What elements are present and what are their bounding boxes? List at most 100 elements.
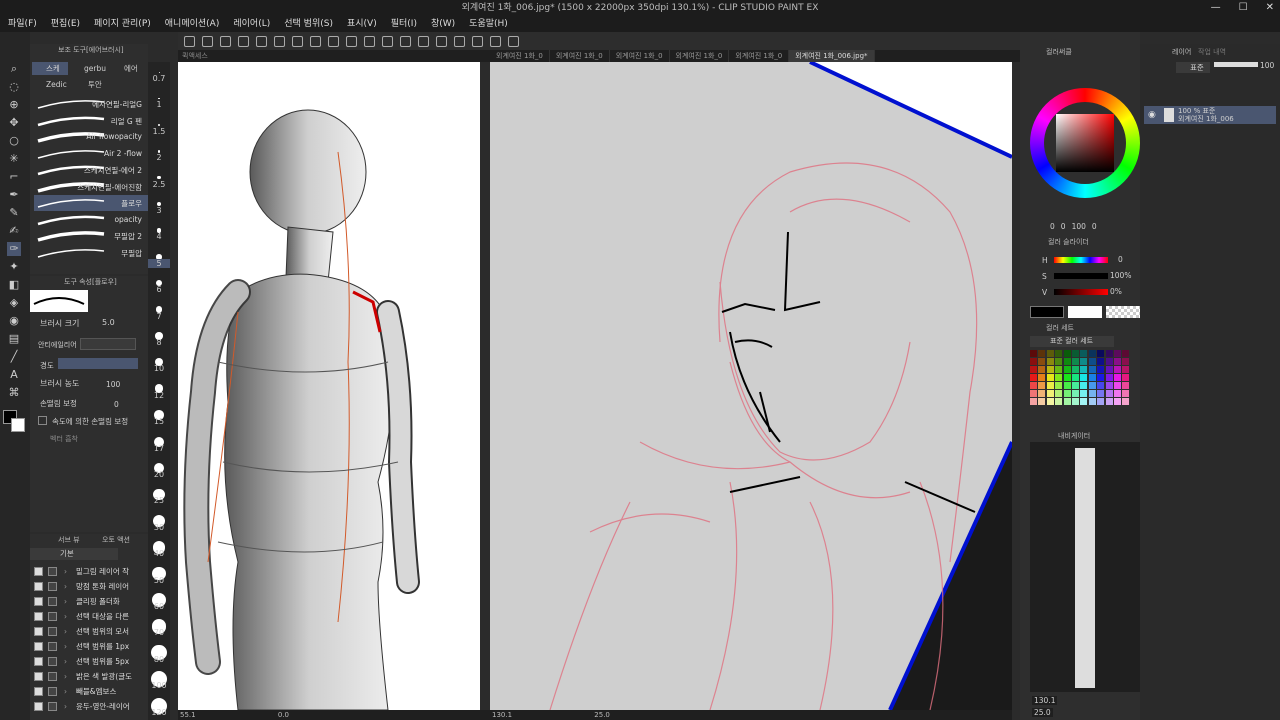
color-swatch[interactable] bbox=[1063, 374, 1071, 381]
blend-icon[interactable]: ◈ bbox=[7, 296, 21, 310]
close-icon[interactable]: ✕ bbox=[1266, 0, 1274, 16]
menu-item[interactable]: 선택 범위(S) bbox=[284, 16, 333, 32]
color-swatch[interactable] bbox=[1114, 366, 1121, 373]
checkbox-icon[interactable] bbox=[48, 597, 57, 606]
action-item[interactable]: › 선택 범위를 1px bbox=[32, 639, 146, 654]
color-swatch[interactable] bbox=[1030, 382, 1037, 389]
chevron-right-icon[interactable]: › bbox=[64, 609, 67, 624]
tab-history[interactable]: 작업 내역 bbox=[1198, 46, 1226, 58]
size-label[interactable]: 10 bbox=[148, 364, 170, 373]
color-swatch[interactable] bbox=[1072, 358, 1079, 365]
layer-select-icon[interactable]: ⊕ bbox=[7, 98, 21, 112]
color-swatch[interactable] bbox=[1080, 390, 1088, 397]
color-set-grid[interactable] bbox=[1030, 350, 1132, 406]
checkbox-icon[interactable] bbox=[48, 657, 57, 666]
color-swatch[interactable] bbox=[1088, 398, 1096, 405]
open-icon[interactable] bbox=[256, 35, 267, 47]
brush-item[interactable]: 리얼 G 펜 bbox=[34, 113, 148, 129]
color-swatch[interactable] bbox=[1030, 398, 1037, 405]
size-dot[interactable] bbox=[158, 97, 160, 100]
action-item[interactable]: › 선택 범위를 5px bbox=[32, 654, 146, 669]
size-label[interactable]: 40 bbox=[148, 549, 170, 558]
chevron-right-icon[interactable]: › bbox=[64, 579, 67, 594]
color-swatch[interactable] bbox=[1097, 382, 1105, 389]
color-swatch[interactable] bbox=[1030, 350, 1037, 357]
navigator-angle[interactable]: 25.0 bbox=[1032, 708, 1053, 717]
color-swatch[interactable] bbox=[1046, 366, 1054, 373]
fill-icon[interactable] bbox=[364, 35, 375, 47]
value-slider[interactable] bbox=[1054, 289, 1108, 295]
color-swatch[interactable] bbox=[1055, 350, 1063, 357]
saturation-slider[interactable] bbox=[1054, 273, 1108, 279]
color-swatch[interactable] bbox=[1114, 390, 1121, 397]
action-set-dropdown[interactable]: 기본 bbox=[30, 548, 118, 560]
size-label[interactable]: 70 bbox=[148, 628, 170, 637]
chevron-right-icon[interactable]: › bbox=[64, 564, 67, 579]
brush-item[interactable]: 플로우 bbox=[34, 195, 148, 211]
color-swatch[interactable] bbox=[1122, 398, 1130, 405]
size-label[interactable]: 2.5 bbox=[148, 180, 170, 189]
color-swatch[interactable] bbox=[1080, 366, 1088, 373]
chevron-right-icon[interactable]: › bbox=[64, 669, 67, 684]
doc-tab[interactable]: 외계여진 1화_0 bbox=[490, 50, 550, 62]
color-swatch[interactable] bbox=[1038, 398, 1046, 405]
color-swatch[interactable] bbox=[1097, 390, 1105, 397]
fill-bucket-icon[interactable]: ◉ bbox=[7, 314, 21, 328]
text-icon[interactable]: A bbox=[7, 368, 21, 382]
minimize-icon[interactable]: — bbox=[1211, 0, 1221, 16]
color-swatch[interactable] bbox=[1030, 374, 1037, 381]
color-swatch[interactable] bbox=[1114, 382, 1121, 389]
color-swatch[interactable] bbox=[1080, 374, 1088, 381]
color-swatch[interactable] bbox=[1088, 366, 1096, 373]
blend-mode-dropdown[interactable]: 표준 bbox=[1176, 62, 1210, 73]
brush-item[interactable]: 무필압 2 bbox=[34, 228, 148, 244]
color-swatch[interactable] bbox=[1072, 350, 1079, 357]
sub-color-swatch[interactable] bbox=[11, 418, 25, 432]
decoration-icon[interactable]: ✦ bbox=[7, 260, 21, 274]
size-label[interactable]: 15 bbox=[148, 417, 170, 426]
action-item[interactable]: › 밝은 색 발광(글도 bbox=[32, 669, 146, 684]
size-label[interactable]: 120 bbox=[148, 708, 170, 717]
color-swatch[interactable] bbox=[1038, 358, 1046, 365]
color-swatch[interactable] bbox=[1063, 350, 1071, 357]
color-swatch[interactable] bbox=[1055, 398, 1063, 405]
color-swatch[interactable] bbox=[1055, 382, 1063, 389]
size-label[interactable]: 1.5 bbox=[148, 127, 170, 136]
menu-item[interactable]: 필터(I) bbox=[391, 16, 417, 32]
speed-correction-checkbox[interactable] bbox=[38, 416, 47, 425]
color-swatch[interactable] bbox=[1088, 390, 1096, 397]
color-swatch[interactable] bbox=[1055, 366, 1063, 373]
checkbox-icon[interactable] bbox=[48, 612, 57, 621]
color-swatch[interactable] bbox=[1063, 366, 1071, 373]
brush-item[interactable]: Air 2 -flow bbox=[34, 146, 148, 162]
color-swatch[interactable] bbox=[1055, 358, 1063, 365]
color-swatch[interactable] bbox=[1030, 366, 1037, 373]
color-swatch[interactable] bbox=[1114, 398, 1121, 405]
color-swatch[interactable] bbox=[1097, 374, 1105, 381]
color-swatch[interactable] bbox=[1063, 390, 1071, 397]
crop-icon[interactable] bbox=[418, 35, 429, 47]
menu-icon[interactable] bbox=[184, 35, 195, 47]
color-swatch[interactable] bbox=[1046, 398, 1054, 405]
action-item[interactable]: › 클리핑 폴더화 bbox=[32, 594, 146, 609]
size-label[interactable]: 1 bbox=[148, 100, 170, 109]
color-swatch[interactable] bbox=[1038, 390, 1046, 397]
color-swatch[interactable] bbox=[1072, 366, 1079, 373]
color-swatch[interactable] bbox=[1030, 358, 1037, 365]
chevron-right-icon[interactable]: › bbox=[64, 654, 67, 669]
color-swatch[interactable] bbox=[1088, 358, 1096, 365]
action-item[interactable]: › 밑그림 레이어 작 bbox=[32, 564, 146, 579]
reference-3d-model[interactable] bbox=[178, 62, 480, 710]
lasso-select-icon[interactable]: ○ bbox=[7, 134, 21, 148]
navigator-zoom[interactable]: 130.1 bbox=[1032, 696, 1058, 705]
checkbox-icon[interactable] bbox=[34, 597, 43, 606]
checkbox-icon[interactable] bbox=[34, 567, 43, 576]
transparent-color-chip[interactable] bbox=[1106, 306, 1140, 318]
checkbox-icon[interactable] bbox=[34, 612, 43, 621]
color-swatch[interactable] bbox=[1088, 382, 1096, 389]
size-label[interactable]: 30 bbox=[148, 523, 170, 532]
color-swatch[interactable] bbox=[1046, 390, 1054, 397]
color-swatch[interactable] bbox=[1105, 398, 1113, 405]
action-item[interactable]: › 선택 범위의 모서 bbox=[32, 624, 146, 639]
save-icon[interactable] bbox=[274, 35, 285, 47]
